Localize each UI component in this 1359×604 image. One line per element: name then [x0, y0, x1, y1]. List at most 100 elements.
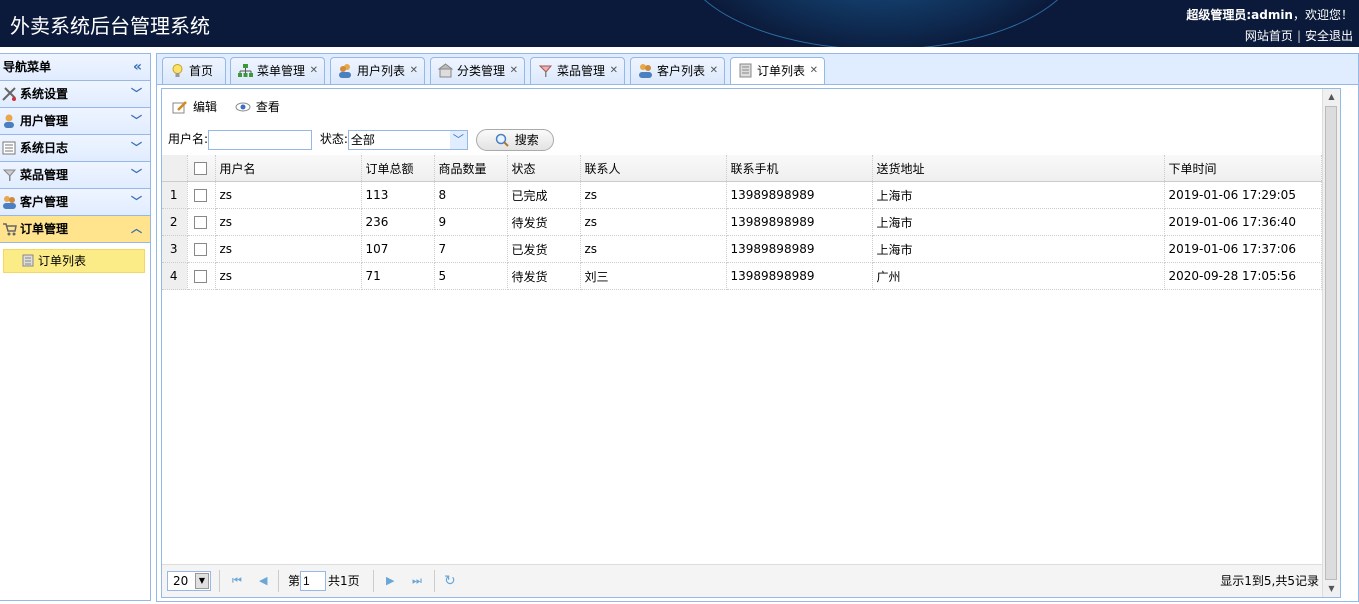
sidebar-item-user-management[interactable]: 用户管理 ﹀	[0, 108, 150, 135]
link-separator: |	[1296, 29, 1301, 43]
tab-label: 客户列表	[657, 64, 706, 78]
close-icon[interactable]: ✕	[410, 58, 418, 84]
row-number: 3	[162, 235, 188, 263]
status-select[interactable]: 全部 ﹀	[347, 129, 468, 150]
app-header: 外卖系统后台管理系统 超级管理员:admin，欢迎您！ 网站首页 | 安全退出	[0, 0, 1359, 47]
tab-label: 分类管理	[457, 64, 506, 78]
close-icon[interactable]: ✕	[810, 58, 818, 84]
sidebar-item-customer-management[interactable]: 客户管理 ﹀	[0, 189, 150, 216]
select-all-checkbox[interactable]	[187, 155, 216, 182]
page-prefix: 第	[288, 574, 301, 588]
column-header[interactable]: 商品数量	[434, 155, 508, 182]
tab-customer-list[interactable]: 客户列表 ✕	[630, 57, 725, 84]
tab-home[interactable]: 首页	[162, 57, 226, 84]
table-row[interactable]: 1 zs 113 8 已完成 zs 13989898989 上海市 2019-0…	[162, 181, 1322, 209]
close-icon[interactable]: ✕	[710, 58, 718, 84]
chevron-down-icon: ﹀	[131, 87, 142, 100]
table-row[interactable]: 3 zs 107 7 已发货 zs 13989898989 上海市 2019-0…	[162, 235, 1322, 263]
column-header[interactable]: 状态	[507, 155, 581, 182]
search-row: 用户名: 状态: 全部 ﹀ 搜索	[168, 127, 554, 151]
scroll-up-icon[interactable]: ▲	[1323, 89, 1340, 105]
checkbox[interactable]	[194, 243, 207, 256]
order-grid: 用户名 订单总额 商品数量 状态 联系人 联系手机 送货地址 下单时间 1 zs…	[162, 155, 1340, 290]
tab-user-list[interactable]: 用户列表 ✕	[330, 57, 425, 84]
sidebar-subitem-order-list[interactable]: 订单列表	[3, 249, 145, 273]
column-header[interactable]: 联系手机	[726, 155, 873, 182]
search-button[interactable]: 搜索	[475, 128, 554, 151]
welcome-text: 超级管理员:admin，欢迎您！	[1186, 6, 1353, 23]
table-row[interactable]: 2 zs 236 9 待发货 zs 13989898989 上海市 2019-0…	[162, 208, 1322, 236]
row-checkbox[interactable]	[187, 208, 216, 236]
pager-divider	[434, 570, 435, 592]
cell-username: zs	[215, 208, 362, 236]
checkbox[interactable]	[194, 216, 207, 229]
next-page-icon[interactable]: ▶	[386, 571, 394, 591]
cell-order-time: 2019-01-06 17:29:05	[1164, 181, 1322, 209]
tab-category-management[interactable]: 分类管理 ✕	[430, 57, 525, 84]
sidebar-subitem-label: 订单列表	[38, 254, 87, 268]
cell-status: 已完成	[507, 181, 581, 209]
app-title: 外卖系统后台管理系统	[10, 14, 210, 38]
row-number: 4	[162, 262, 188, 290]
scroll-down-icon[interactable]: ▼	[1323, 581, 1340, 597]
log-icon	[2, 141, 16, 155]
checkbox[interactable]	[194, 162, 207, 175]
cell-status: 待发货	[507, 208, 581, 236]
cell-total: 71	[361, 262, 435, 290]
page-number-input[interactable]	[300, 571, 327, 591]
order-table: 用户名 订单总额 商品数量 状态 联系人 联系手机 送货地址 下单时间 1 zs…	[162, 155, 1322, 290]
column-header[interactable]: 用户名	[215, 155, 362, 182]
row-checkbox[interactable]	[187, 262, 216, 290]
refresh-icon[interactable]: ↻	[444, 571, 456, 591]
cell-phone: 13989898989	[726, 262, 873, 290]
column-header[interactable]: 送货地址	[872, 155, 1165, 182]
tab-dish-management[interactable]: 菜品管理 ✕	[530, 57, 625, 84]
column-header[interactable]: 联系人	[580, 155, 727, 182]
pagination-bar: 20 ▼ ⏮ ◀ 第 共1页 ▶ ⏭ ↻ 显示1到5,共5记录	[162, 564, 1325, 597]
edit-label: 编辑	[193, 100, 218, 114]
pager-divider	[278, 570, 279, 592]
sidebar-item-dish-management[interactable]: 菜品管理 ﹀	[0, 162, 150, 189]
header-globe-graphic	[680, 0, 1082, 47]
sidebar-item-order-management[interactable]: 订单管理 ︿	[0, 216, 150, 243]
row-checkbox[interactable]	[187, 181, 216, 209]
cell-contact: zs	[580, 235, 727, 263]
cell-quantity: 9	[434, 208, 508, 236]
sidebar-item-system-settings[interactable]: 系统设置 ﹀	[0, 81, 150, 108]
tab-order-list[interactable]: 订单列表 ✕	[730, 57, 825, 85]
username-input[interactable]	[208, 129, 313, 150]
cell-address: 上海市	[872, 235, 1165, 263]
column-header[interactable]: 订单总额	[361, 155, 435, 182]
checkbox[interactable]	[194, 189, 207, 202]
tab-menu-management[interactable]: 菜单管理 ✕	[230, 57, 325, 84]
cell-username: zs	[215, 262, 362, 290]
page-size-select[interactable]: 20 ▼	[167, 571, 211, 591]
username-label: 用户名:	[168, 132, 209, 146]
cell-contact: zs	[580, 208, 727, 236]
last-page-icon[interactable]: ⏭	[412, 571, 422, 591]
close-icon[interactable]: ✕	[510, 58, 518, 84]
cart-icon	[3, 223, 17, 236]
checkbox[interactable]	[194, 270, 207, 283]
row-number-header	[162, 155, 188, 182]
edit-button[interactable]: 编辑	[172, 98, 217, 116]
view-button[interactable]: 查看	[235, 98, 280, 116]
scrollbar-thumb[interactable]	[1325, 106, 1337, 580]
first-page-icon[interactable]: ⏮	[232, 571, 242, 591]
cell-address: 广州	[872, 262, 1165, 290]
sidebar-title: 导航菜单	[3, 60, 52, 74]
table-row[interactable]: 4 zs 71 5 待发货 刘三 13989898989 广州 2020-09-…	[162, 262, 1322, 290]
collapse-sidebar-icon[interactable]: «	[133, 54, 142, 80]
prev-page-icon[interactable]: ◀	[259, 571, 267, 591]
sidebar-item-system-log[interactable]: 系统日志 ﹀	[0, 135, 150, 162]
pager-divider	[219, 570, 220, 592]
home-link[interactable]: 网站首页	[1245, 29, 1293, 43]
close-icon[interactable]: ✕	[310, 58, 318, 84]
logout-link[interactable]: 安全退出	[1305, 29, 1353, 43]
vertical-scrollbar[interactable]: ▲ ▼	[1322, 89, 1340, 597]
chevron-down-icon: ﹀	[131, 195, 142, 208]
close-icon[interactable]: ✕	[610, 58, 618, 84]
column-header[interactable]: 下单时间	[1164, 155, 1322, 182]
row-checkbox[interactable]	[187, 235, 216, 263]
sidebar-item-label: 订单管理	[20, 222, 69, 236]
